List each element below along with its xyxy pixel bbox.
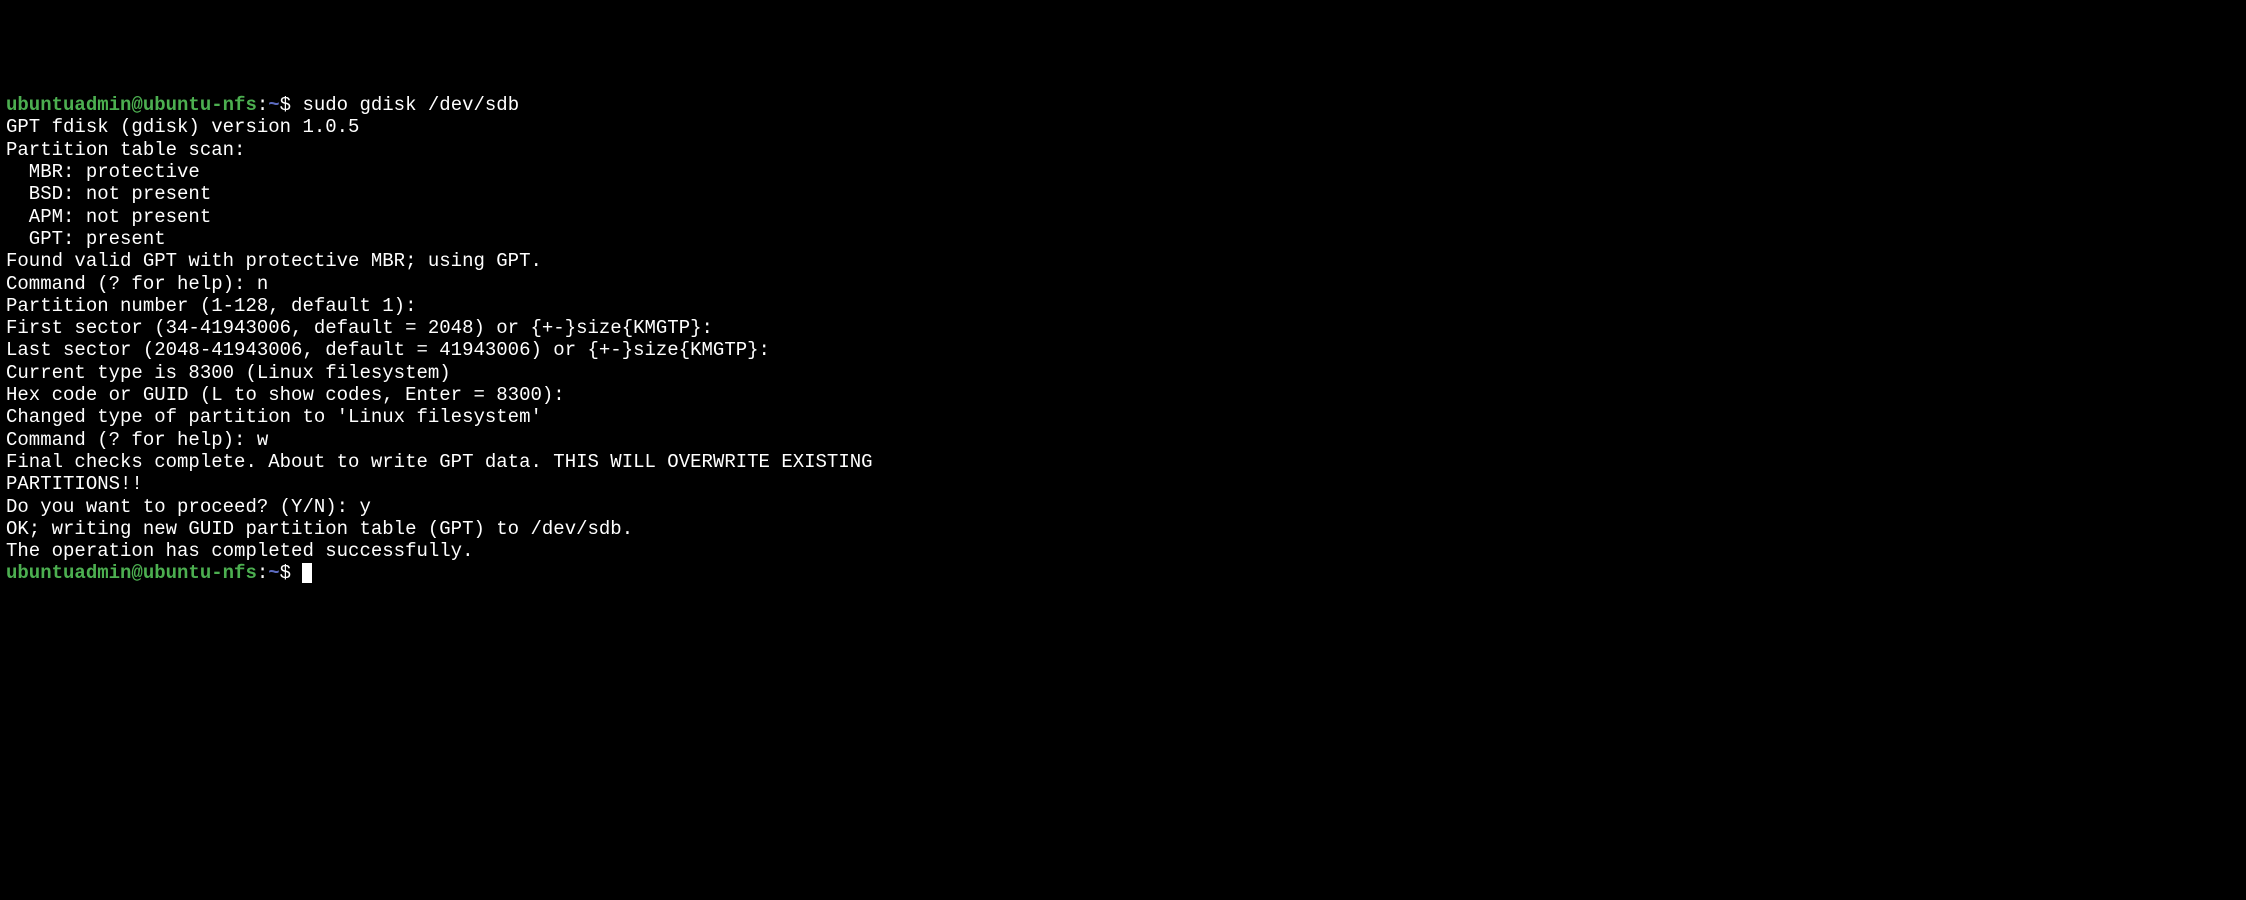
prompt-path: ~ bbox=[268, 562, 279, 584]
output-line: Do you want to proceed? (Y/N): y bbox=[6, 496, 2240, 518]
output-line: GPT: present bbox=[6, 228, 2240, 250]
output-line: PARTITIONS!! bbox=[6, 473, 2240, 495]
prompt-line-1: ubuntuadmin@ubuntu-nfs:~$ sudo gdisk /de… bbox=[6, 94, 2240, 116]
output-line: Last sector (2048-41943006, default = 41… bbox=[6, 339, 2240, 361]
output-line: Final checks complete. About to write GP… bbox=[6, 451, 2240, 473]
output-line: Hex code or GUID (L to show codes, Enter… bbox=[6, 384, 2240, 406]
output-line: The operation has completed successfully… bbox=[6, 540, 2240, 562]
output-line: Command (? for help): w bbox=[6, 429, 2240, 451]
output-line: APM: not present bbox=[6, 206, 2240, 228]
prompt-sep: : bbox=[257, 562, 268, 584]
output-line: OK; writing new GUID partition table (GP… bbox=[6, 518, 2240, 540]
prompt-dollar: $ bbox=[280, 562, 303, 584]
output-line: Partition table scan: bbox=[6, 139, 2240, 161]
prompt-line-2: ubuntuadmin@ubuntu-nfs:~$ bbox=[6, 562, 2240, 584]
terminal-screen[interactable]: ubuntuadmin@ubuntu-nfs:~$ sudo gdisk /de… bbox=[6, 94, 2240, 585]
cursor-icon bbox=[302, 563, 312, 583]
output-line: First sector (34-41943006, default = 204… bbox=[6, 317, 2240, 339]
command-text: sudo gdisk /dev/sdb bbox=[302, 94, 519, 116]
output-line: Command (? for help): n bbox=[6, 273, 2240, 295]
output-line: Partition number (1-128, default 1): bbox=[6, 295, 2240, 317]
output-line: Current type is 8300 (Linux filesystem) bbox=[6, 362, 2240, 384]
output-line: GPT fdisk (gdisk) version 1.0.5 bbox=[6, 116, 2240, 138]
prompt-sep: : bbox=[257, 94, 268, 116]
prompt-path: ~ bbox=[268, 94, 279, 116]
output-line: Changed type of partition to 'Linux file… bbox=[6, 406, 2240, 428]
output-line: Found valid GPT with protective MBR; usi… bbox=[6, 250, 2240, 272]
output-line: MBR: protective bbox=[6, 161, 2240, 183]
prompt-dollar: $ bbox=[280, 94, 303, 116]
prompt-user: ubuntuadmin@ubuntu-nfs bbox=[6, 562, 257, 584]
output-line: BSD: not present bbox=[6, 183, 2240, 205]
prompt-user: ubuntuadmin@ubuntu-nfs bbox=[6, 94, 257, 116]
